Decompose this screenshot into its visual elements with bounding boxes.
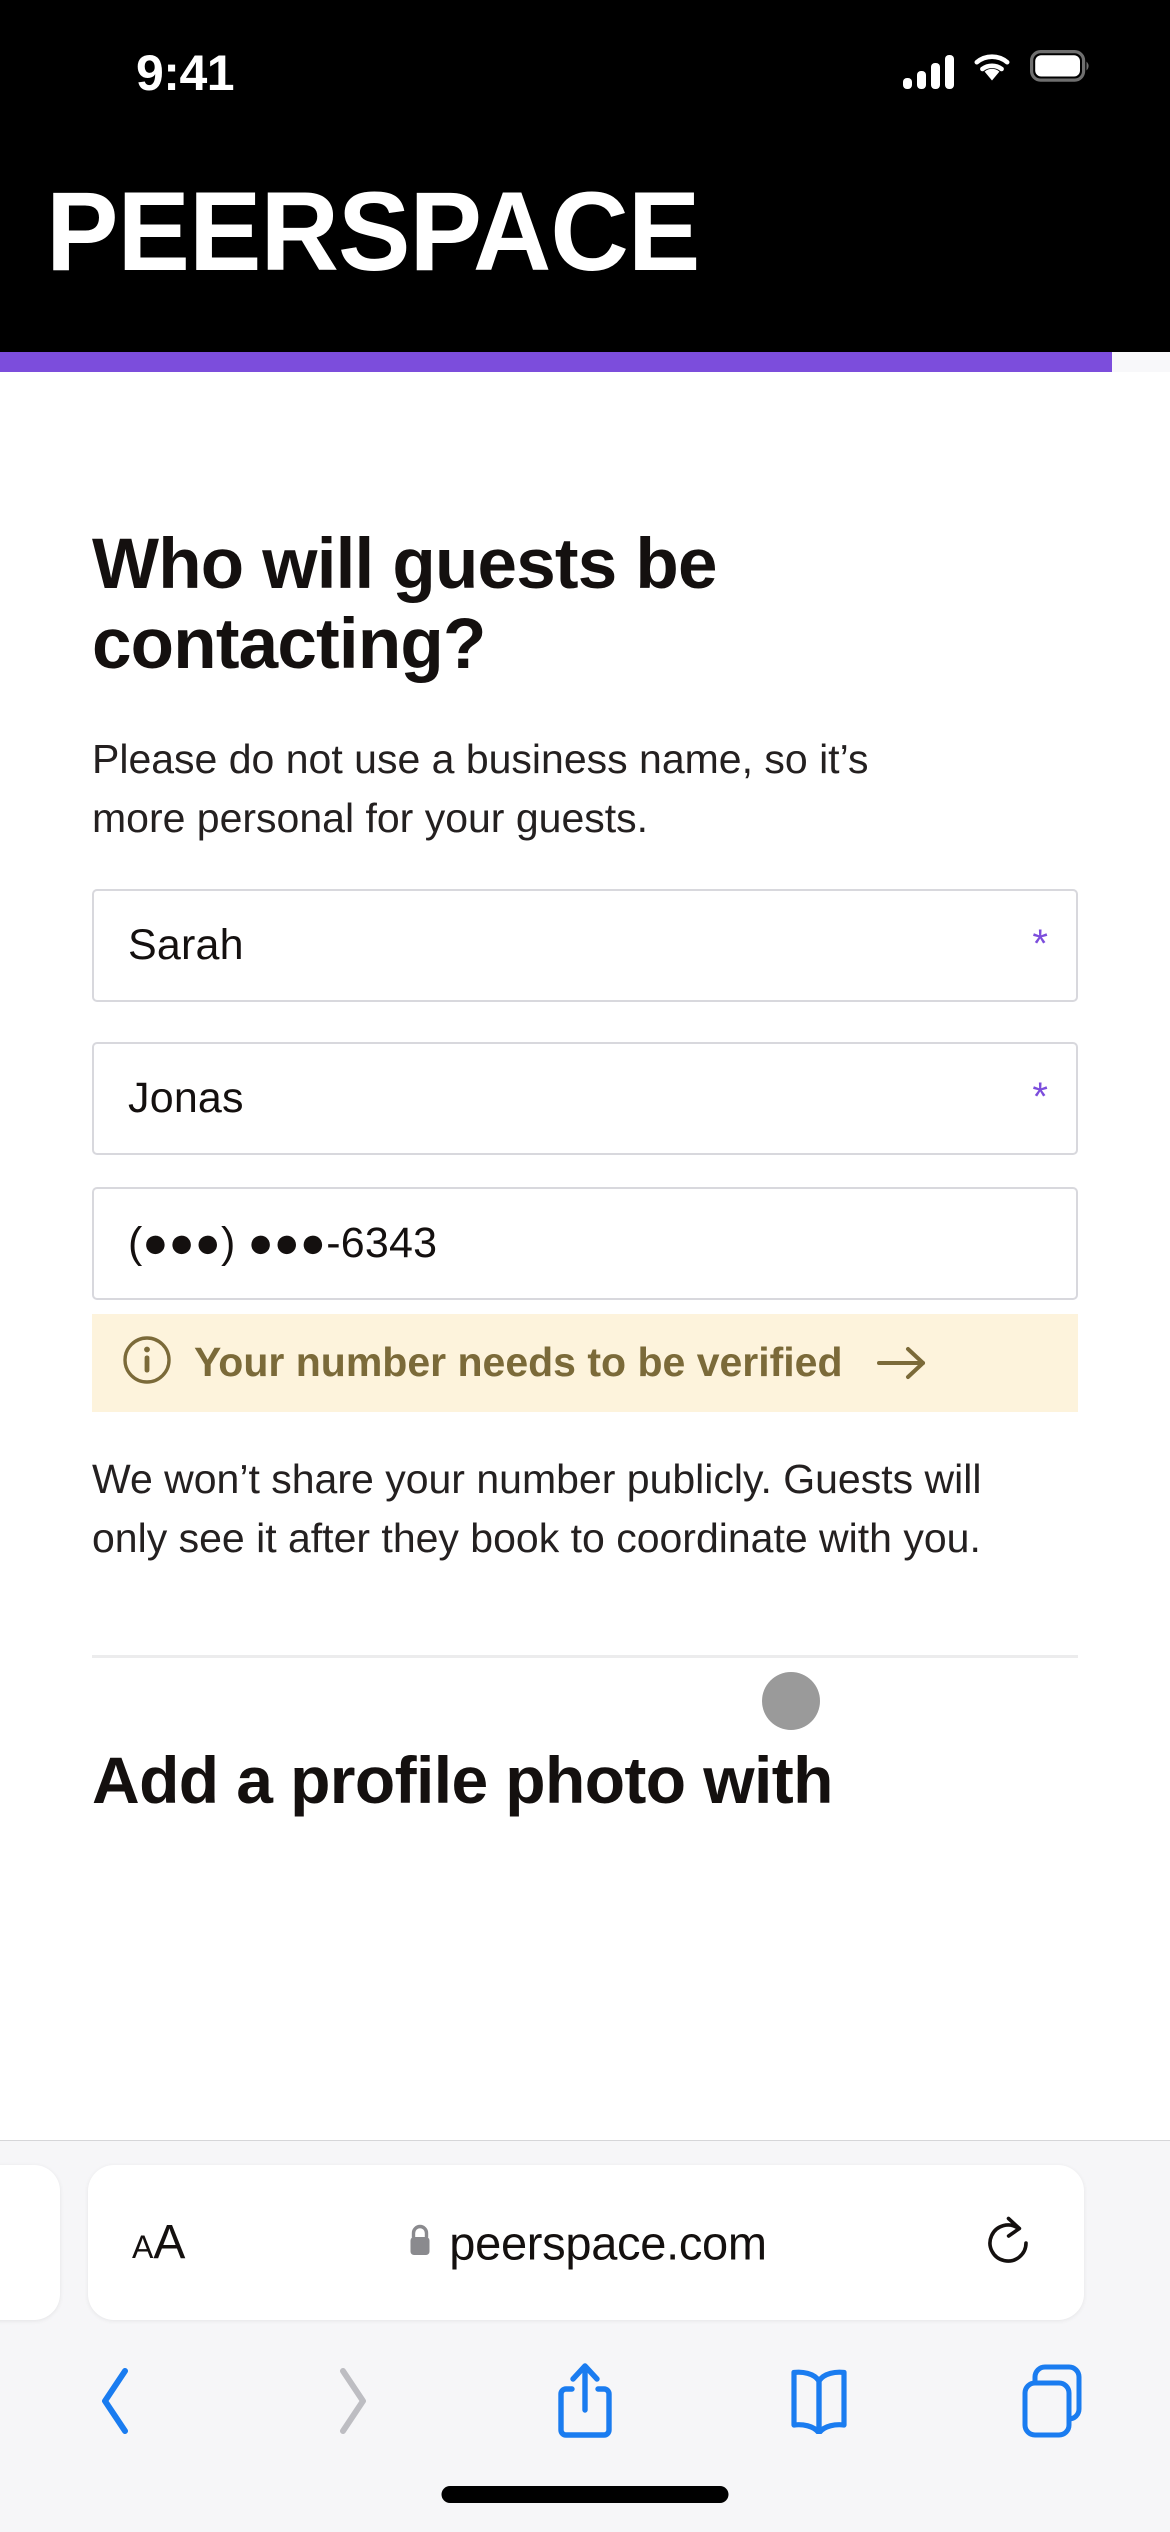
page-content: Who will guests be contacting? Please do… <box>0 372 1170 2140</box>
onboarding-progress-bar <box>0 352 1170 372</box>
battery-full-icon <box>1030 50 1092 87</box>
info-circle-icon <box>122 1335 172 1390</box>
required-asterisk: * <box>1032 1075 1048 1120</box>
status-bar-time: 9:41 <box>136 45 235 101</box>
book-icon <box>781 2368 857 2439</box>
share-button[interactable] <box>468 2337 702 2469</box>
phone-number-field[interactable]: (●●●) ●●●-6343 <box>92 1186 1078 1300</box>
bookmarks-button[interactable] <box>702 2337 936 2469</box>
last-name-field[interactable]: Jonas * <box>92 1041 1078 1155</box>
status-bar: 9:41 <box>0 0 1170 120</box>
status-bar-icons <box>903 50 1092 89</box>
share-icon <box>554 2360 616 2447</box>
peerspace-logo[interactable]: PEERSPACE <box>46 176 700 288</box>
chevron-left-icon <box>94 2365 140 2442</box>
url-text: peerspace.com <box>449 2216 767 2269</box>
cellular-signal-icon <box>903 55 954 89</box>
tabs-icon <box>1016 2361 1090 2446</box>
safari-bottom-bar: AA peerspace.com <box>0 2140 1170 2532</box>
adjacent-tab-preview[interactable] <box>0 2165 60 2320</box>
section-divider <box>92 1654 1078 1658</box>
verify-number-banner[interactable]: Your number needs to be verified <box>92 1313 1078 1412</box>
page-subtitle: Please do not use a business name, so it… <box>92 736 869 842</box>
home-indicator <box>441 2486 729 2503</box>
first-name-value: Sarah <box>128 920 244 969</box>
address-bar-center: peerspace.com <box>88 2215 1084 2270</box>
page-title: Who will guests be contacting? <box>92 525 717 684</box>
arrow-right-icon <box>875 1343 931 1383</box>
chevron-right-icon <box>328 2365 374 2442</box>
tabs-button[interactable] <box>936 2337 1170 2469</box>
reload-button[interactable] <box>982 2215 1034 2271</box>
forward-button <box>234 2337 468 2469</box>
phone-number-value: (●●●) ●●●-6343 <box>128 1218 438 1267</box>
wifi-icon <box>970 51 1014 88</box>
privacy-note: We won’t share your number publicly. Gue… <box>92 1455 982 1562</box>
address-bar[interactable]: AA peerspace.com <box>88 2165 1084 2320</box>
onboarding-progress-fill <box>0 352 1112 372</box>
back-button[interactable] <box>0 2337 234 2469</box>
verify-banner-text: Your number needs to be verified <box>194 1339 843 1386</box>
lock-icon <box>405 2221 435 2264</box>
phone-screen: 9:41 PEERSPACE Who will guests be contac… <box>0 0 1170 2532</box>
site-header: PEERSPACE <box>0 120 1170 352</box>
next-section-title: Add a profile photo with <box>92 1742 833 1817</box>
browser-toolbar <box>0 2337 1170 2469</box>
first-name-field[interactable]: Sarah * <box>92 888 1078 1002</box>
required-asterisk: * <box>1032 922 1048 967</box>
last-name-value: Jonas <box>128 1073 244 1122</box>
